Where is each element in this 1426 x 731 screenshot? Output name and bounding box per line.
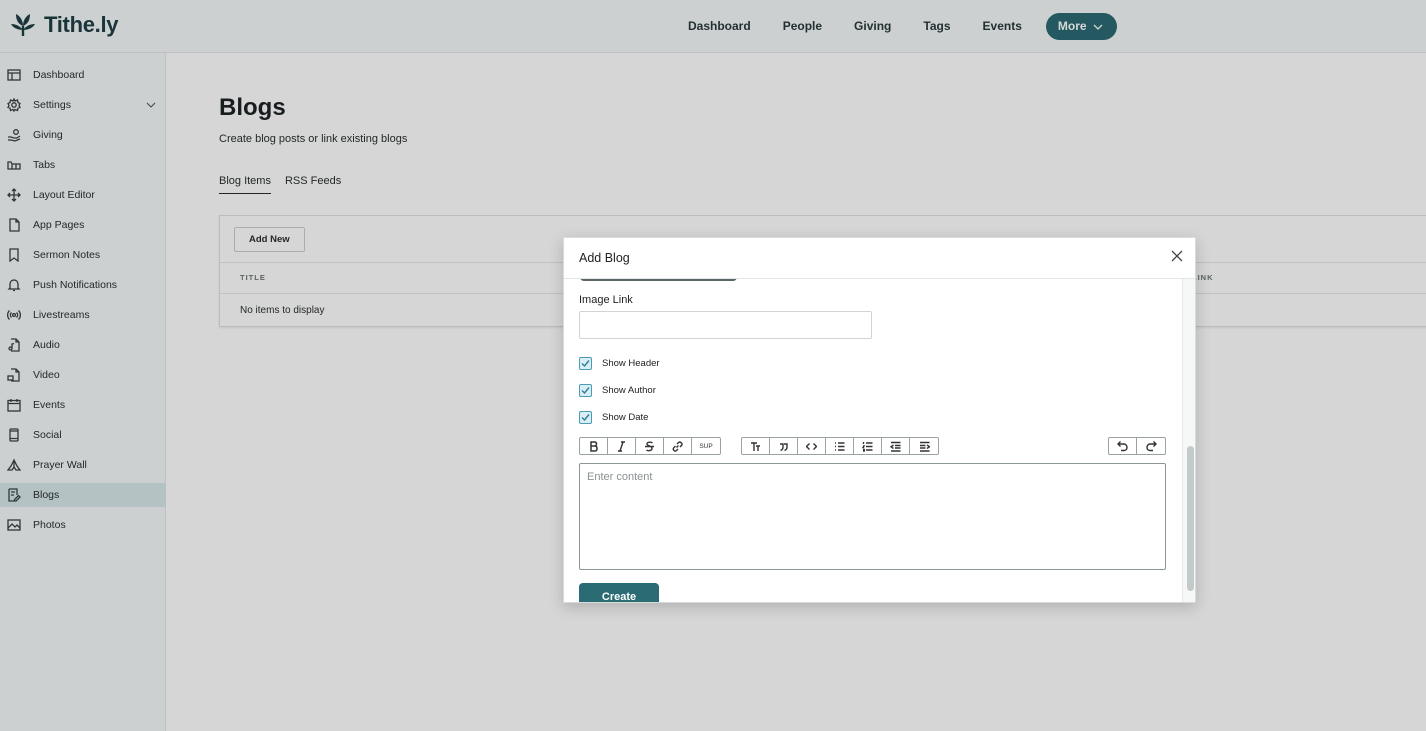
quote-icon[interactable] bbox=[770, 438, 798, 454]
italic-icon[interactable] bbox=[608, 438, 636, 454]
numbered-list-icon[interactable] bbox=[854, 438, 882, 454]
redo-icon[interactable] bbox=[1137, 438, 1165, 454]
checkmark-icon bbox=[581, 387, 590, 395]
link-icon[interactable] bbox=[664, 438, 692, 454]
bullet-list-icon[interactable] bbox=[826, 438, 854, 454]
modal-title: Add Blog bbox=[579, 251, 630, 265]
image-link-label: Image Link bbox=[579, 294, 633, 306]
show-date-label: Show Date bbox=[602, 412, 649, 423]
strikethrough-icon[interactable] bbox=[636, 438, 664, 454]
create-button[interactable]: Create bbox=[579, 583, 659, 602]
superscript-icon[interactable]: SUP bbox=[692, 438, 720, 454]
checkmark-icon bbox=[581, 414, 590, 422]
editor-placeholder: Enter content bbox=[587, 471, 653, 483]
block-toolbar bbox=[741, 437, 939, 455]
upload-image-button[interactable] bbox=[580, 279, 737, 281]
modal-header: Add Blog bbox=[564, 238, 1195, 279]
close-icon[interactable] bbox=[1171, 250, 1183, 262]
bold-icon[interactable] bbox=[580, 438, 608, 454]
undo-icon[interactable] bbox=[1109, 438, 1137, 454]
history-toolbar bbox=[1108, 437, 1166, 455]
indent-icon[interactable] bbox=[910, 438, 938, 454]
show-header-checkbox-row[interactable]: Show Header bbox=[579, 357, 660, 370]
heading-icon[interactable] bbox=[742, 438, 770, 454]
scrollbar-thumb[interactable] bbox=[1187, 446, 1194, 591]
show-date-checkbox-row[interactable]: Show Date bbox=[579, 411, 648, 424]
formatting-toolbar: SUP bbox=[579, 437, 721, 455]
outdent-icon[interactable] bbox=[882, 438, 910, 454]
show-header-label: Show Header bbox=[602, 358, 660, 369]
show-date-checkbox[interactable] bbox=[579, 411, 592, 424]
modal-body: Image Link Show Header Show Author Show … bbox=[564, 279, 1182, 602]
show-header-checkbox[interactable] bbox=[579, 357, 592, 370]
show-author-checkbox[interactable] bbox=[579, 384, 592, 397]
checkmark-icon bbox=[581, 360, 590, 368]
code-icon[interactable] bbox=[798, 438, 826, 454]
show-author-label: Show Author bbox=[602, 385, 656, 396]
show-author-checkbox-row[interactable]: Show Author bbox=[579, 384, 656, 397]
image-link-input[interactable] bbox=[579, 311, 872, 339]
add-blog-modal: Add Blog Image Link Show Header Show Aut… bbox=[563, 237, 1196, 603]
modal-scrollbar[interactable] bbox=[1182, 279, 1195, 602]
content-editor[interactable]: Enter content bbox=[579, 463, 1166, 570]
